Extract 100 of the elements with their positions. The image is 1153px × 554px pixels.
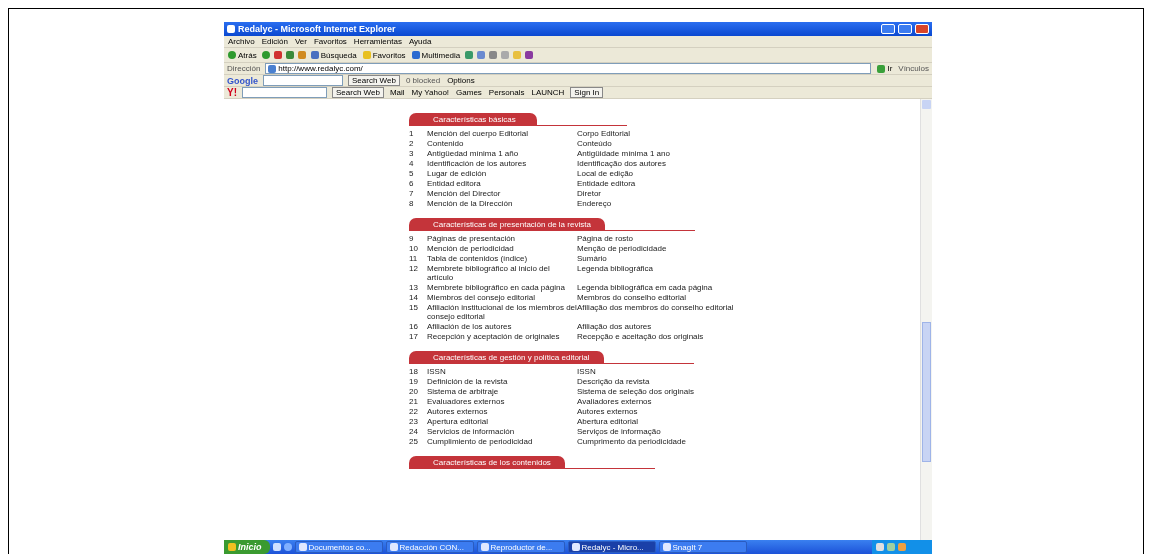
- row-number: 2: [409, 138, 415, 148]
- criterion-spanish: Definición de la revista: [427, 376, 509, 386]
- row-number: 22: [409, 406, 419, 416]
- close-button[interactable]: [915, 24, 929, 34]
- search-web-button[interactable]: Search Web: [348, 75, 400, 86]
- criterion-portuguese: Local de edição: [577, 168, 635, 178]
- popup-blocked-label: 0 blocked: [404, 76, 442, 85]
- scrollbar[interactable]: [920, 99, 932, 540]
- row-number: 8: [409, 198, 415, 208]
- criterion-portuguese: Diretor: [577, 188, 602, 198]
- google-search-field[interactable]: [263, 75, 343, 86]
- taskbar-button[interactable]: SnagIt 7: [658, 541, 747, 553]
- row-number: 16: [409, 321, 419, 331]
- row-number: 20: [409, 386, 419, 396]
- search-web-button[interactable]: Search Web: [332, 87, 384, 98]
- toolbar-link[interactable]: LAUNCH: [530, 88, 566, 97]
- row-number: 24: [409, 426, 419, 436]
- criterion-spanish: Mención del Director: [427, 188, 502, 198]
- criterion-portuguese: Serviços de informação: [577, 426, 662, 436]
- criterion-spanish: Cumplimiento de periodicidad: [427, 436, 534, 446]
- row-number: 19: [409, 376, 419, 386]
- criterion-spanish: Afiliación institucional de los miembros del consejo editorial: [427, 302, 577, 321]
- toolbar-link[interactable]: Personals: [487, 88, 526, 97]
- criterion-portuguese: Página de rosto: [577, 233, 635, 243]
- row-number: 9: [409, 233, 415, 243]
- row-number: 18: [409, 366, 419, 376]
- criterion-portuguese: Sumário: [577, 253, 608, 263]
- row-number: 21: [409, 396, 419, 406]
- start-button[interactable]: Inicio: [224, 540, 270, 554]
- criterion-spanish: Lugar de edición: [427, 168, 488, 178]
- criterion-spanish: ISSN: [427, 366, 447, 376]
- menu-item[interactable]: Favoritos: [312, 37, 348, 46]
- criterion-portuguese: Sistema de seleção dos originais: [577, 386, 695, 396]
- criterion-spanish: Recepción y aceptación de originales: [427, 331, 561, 341]
- criterion-portuguese: Afiliação dos autores: [577, 321, 653, 331]
- criterion-spanish: Apertura editorial: [427, 416, 489, 426]
- criterion-portuguese: Antigüidade mínima 1 ano: [577, 148, 671, 158]
- url-text: http://www.redalyc.com/: [278, 64, 363, 73]
- row-number: 14: [409, 292, 419, 302]
- maximize-button[interactable]: [898, 24, 912, 34]
- criterion-portuguese: Avaliadores externos: [577, 396, 653, 406]
- back-arrow-button[interactable]: Atrás: [227, 50, 258, 60]
- row-number: 23: [409, 416, 419, 426]
- taskbar-button[interactable]: Reproductor de...: [476, 541, 565, 553]
- criterion-spanish: Afiliación de los autores: [427, 321, 513, 331]
- sign-in-button[interactable]: Sign In: [570, 87, 604, 98]
- address-field[interactable]: http://www.redalyc.com/: [265, 63, 872, 74]
- row-number: 15: [409, 302, 419, 314]
- criterion-spanish: Contenido: [427, 138, 465, 148]
- criterion-spanish: Membrete bibliográfico al inicio del artículo: [427, 263, 551, 282]
- criterion-spanish: Sistema de arbitraje: [427, 386, 500, 396]
- section-heading: Características de presentación de la revista: [409, 218, 605, 231]
- section-heading: Características de los contenidos: [409, 456, 565, 469]
- section-heading: Características básicas: [409, 113, 537, 126]
- row-number: 13: [409, 282, 419, 292]
- criterion-portuguese: Identificação dos autores: [577, 158, 667, 168]
- criterion-spanish: Evaluadores externos: [427, 396, 506, 406]
- yahoo-search-field[interactable]: [242, 87, 327, 98]
- criterion-spanish: Páginas de presentación: [427, 233, 517, 243]
- menu-item[interactable]: Ayuda: [407, 37, 433, 46]
- criterion-portuguese: Entidade editora: [577, 178, 637, 188]
- row-number: 25: [409, 436, 419, 446]
- media-button[interactable]: Multimedia: [410, 50, 462, 60]
- criterion-spanish: Membrete bibliográfico en cada página: [427, 282, 566, 292]
- criterion-spanish: Entidad editora: [427, 178, 482, 188]
- row-number: 11: [409, 253, 419, 263]
- address-label: Dirección: [227, 64, 261, 73]
- menu-item[interactable]: Ver: [293, 37, 308, 46]
- star-button[interactable]: Favoritos: [361, 50, 407, 60]
- row-number: 10: [409, 243, 419, 253]
- row-number: 4: [409, 158, 415, 168]
- criterion-portuguese: Conteúdo: [577, 138, 613, 148]
- minimize-button[interactable]: [881, 24, 895, 34]
- links-button[interactable]: Vínculos: [898, 64, 929, 73]
- criterion-spanish: Tabla de contenidos (índice): [427, 253, 529, 263]
- criterion-spanish: Mención de la Dirección: [427, 198, 514, 208]
- taskbar-button[interactable]: Redacción CON...: [385, 541, 474, 553]
- criterion-portuguese: Membros do conselho editorial: [577, 292, 687, 302]
- toolbar-link[interactable]: Games: [455, 88, 483, 97]
- row-number: 6: [409, 178, 415, 188]
- yahoo-logo: Y!: [227, 87, 237, 98]
- criterion-spanish: Servicios de información: [427, 426, 516, 436]
- toolbar-link[interactable]: My Yahoo!: [410, 88, 451, 97]
- criterion-portuguese: Legenda bibliográfica em cada página: [577, 282, 714, 292]
- search-button[interactable]: Búsqueda: [309, 50, 358, 60]
- row-number: 3: [409, 148, 415, 158]
- scroll-thumb[interactable]: [922, 322, 931, 462]
- criterion-portuguese: Descrição da revista: [577, 376, 651, 386]
- criterion-portuguese: Menção de periodicidade: [577, 243, 668, 253]
- criterion-portuguese: Abertura editorial: [577, 416, 639, 426]
- criterion-spanish: Antigüedad mínima 1 año: [427, 148, 520, 158]
- taskbar-button[interactable]: Documentos co...: [294, 541, 383, 553]
- options-button[interactable]: Options: [446, 76, 476, 85]
- menu-item[interactable]: Herramientas: [352, 37, 403, 46]
- criterion-portuguese: Cumprimento da periodicidade: [577, 436, 687, 446]
- taskbar-button[interactable]: Redalyc - Micro...: [567, 541, 656, 553]
- toolbar-link[interactable]: Mail: [388, 88, 406, 97]
- menu-item[interactable]: Edición: [260, 37, 289, 46]
- menu-item[interactable]: Archivo: [227, 37, 256, 46]
- criterion-portuguese: Autores externos: [577, 406, 639, 416]
